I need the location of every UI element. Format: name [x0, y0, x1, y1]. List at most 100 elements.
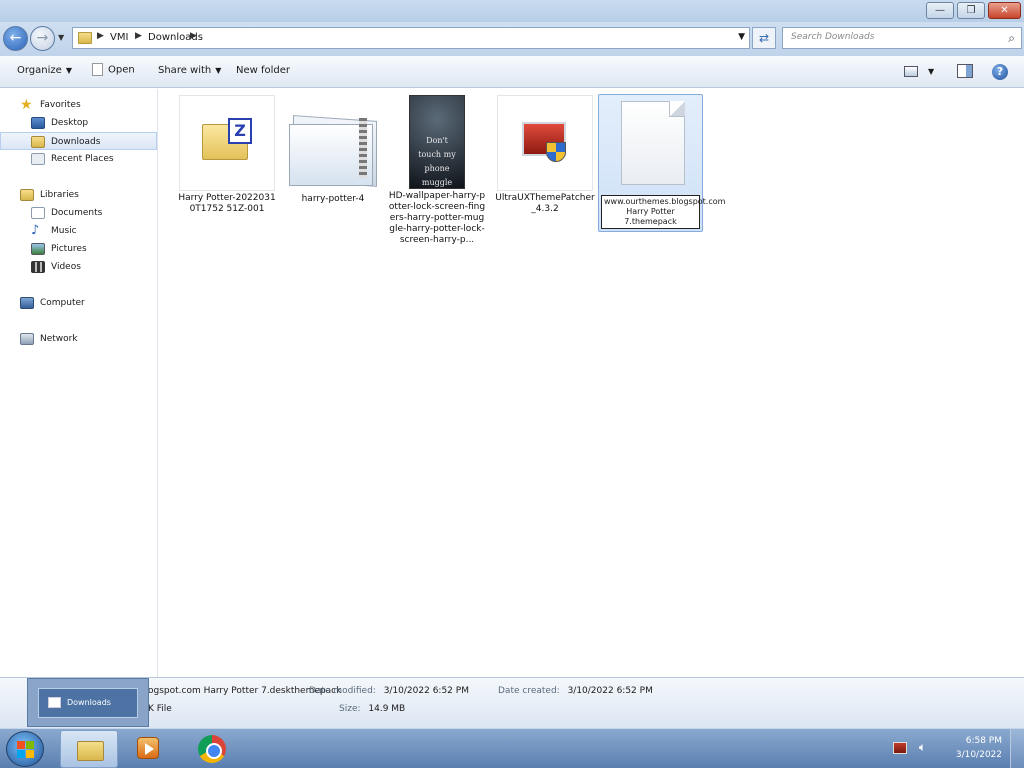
sidebar-libraries[interactable]: Libraries	[0, 186, 157, 204]
address-bar[interactable]: ▶ VMI ▶ Downloads ▶ ▼	[72, 27, 750, 49]
file-icon	[92, 63, 103, 76]
window-thumbnail-icon	[48, 697, 61, 708]
new-folder-button[interactable]: New folder	[236, 65, 290, 76]
view-options-dropdown[interactable]: ▼	[928, 67, 934, 76]
help-icon[interactable]: ?	[992, 64, 1008, 80]
show-desktop-button[interactable]	[1010, 729, 1024, 768]
size-value: 14.9 MB	[368, 704, 406, 714]
refresh-icon: ⇄	[758, 31, 770, 45]
new-folder-label: New folder	[236, 65, 291, 76]
refresh-button[interactable]: ⇄	[752, 27, 776, 49]
back-arrow-icon: ←	[9, 30, 22, 46]
organize-button[interactable]: Organize ▼	[17, 65, 72, 76]
sidebar-item-label: Computer	[40, 298, 85, 308]
date-created-row: Date created: 3/10/2022 6:52 PM	[498, 686, 653, 696]
image-thumbnail: Don't touch my phone muggle	[409, 95, 465, 189]
details-pane: ogspot.com Harry Potter 7.deskthemepack …	[0, 677, 1024, 728]
taskbar-explorer[interactable]	[60, 730, 118, 768]
address-row: ← → ▼ ▶ VMI ▶ Downloads ▶ ▼ ⇄ Search Dow…	[0, 22, 1024, 56]
taskbar-preview[interactable]: Downloads	[27, 678, 149, 727]
system-tray: 🔈︎	[893, 740, 926, 755]
breadcrumb-vmi[interactable]: VMI	[110, 32, 128, 43]
close-button[interactable]: ✕	[988, 2, 1021, 19]
file-item[interactable]: UltraUXThemePatcher_4.3.2	[495, 95, 595, 215]
media-player-icon	[137, 737, 159, 759]
file-name: harry-potter-4	[301, 194, 365, 204]
sidebar-item-computer[interactable]: Computer	[0, 294, 157, 312]
sidebar-item-videos[interactable]: Videos	[0, 258, 157, 276]
search-placeholder: Search Downloads	[791, 32, 875, 42]
search-icon[interactable]: ⌕	[1008, 31, 1015, 46]
open-label: Open	[108, 64, 135, 76]
sidebar-favorites[interactable]: ★ Favorites	[0, 96, 157, 114]
change-view-icon[interactable]	[904, 66, 918, 77]
sidebar-item-documents[interactable]: Documents	[0, 204, 157, 222]
recent-pages-dropdown[interactable]: ▼	[58, 33, 64, 42]
breadcrumb-arrow-icon[interactable]: ▶	[190, 31, 197, 41]
command-bar: Organize ▼ Open Share with ▼ New folder	[0, 56, 1024, 88]
file-item[interactable]: harry-potter-4	[283, 110, 383, 205]
preview-pane-icon[interactable]	[957, 64, 973, 78]
downloads-folder-icon	[31, 136, 45, 148]
recent-places-icon	[31, 153, 45, 165]
libraries-icon	[20, 189, 34, 201]
forward-button[interactable]: →	[30, 26, 55, 51]
sidebar-item-network[interactable]: Network	[0, 330, 157, 348]
sidebar-item-label: Network	[40, 334, 78, 344]
windows-logo-icon	[17, 741, 35, 759]
search-input[interactable]: Search Downloads ⌕	[782, 27, 1022, 49]
rename-field[interactable]: www.ourthemes.blogspot.com Harry Potter …	[601, 195, 725, 229]
file-item-selected[interactable]: www.ourthemes.blogspot.com Harry Potter …	[598, 94, 725, 232]
sidebar-favorites-label: Favorites	[40, 100, 81, 110]
file-item[interactable]: Z Harry Potter-20220310T1752 51Z-001	[177, 95, 277, 215]
star-icon: ★	[20, 97, 33, 113]
date-created-value: 3/10/2022 6:52 PM	[567, 686, 653, 696]
file-name: HD-wallpaper-harry-potter-lock-screen-fi…	[388, 191, 486, 245]
taskbar	[0, 728, 1024, 768]
sidebar-libraries-label: Libraries	[40, 190, 79, 200]
share-with-button[interactable]: Share with ▼	[158, 65, 221, 76]
clock[interactable]: 6:58 PM 3/10/2022	[956, 734, 1002, 762]
sidebar-item-label: Recent Places	[51, 154, 114, 164]
videos-icon	[31, 261, 45, 273]
installer-shield-icon	[497, 95, 593, 191]
sidebar-item-pictures[interactable]: Pictures	[0, 240, 157, 258]
breadcrumb-arrow-icon[interactable]: ▶	[97, 31, 104, 41]
zip-folder-icon: Z	[179, 95, 275, 191]
sidebar-item-downloads[interactable]: Downloads	[0, 132, 157, 150]
sidebar-item-label: Pictures	[51, 244, 87, 254]
taskbar-chrome[interactable]	[190, 730, 248, 768]
sidebar-item-recent-places[interactable]: Recent Places	[0, 150, 157, 168]
share-with-label: Share with	[158, 65, 212, 76]
sidebar-item-desktop[interactable]: Desktop	[0, 114, 157, 132]
breadcrumb-arrow-icon[interactable]: ▶	[135, 31, 142, 41]
sidebar-item-music[interactable]: ♪ Music	[0, 222, 157, 240]
date-created-label: Date created:	[498, 686, 560, 696]
chrome-icon	[198, 735, 226, 763]
taskbar-media-player[interactable]	[129, 730, 187, 768]
zip-archive-icon	[285, 110, 381, 190]
sidebar-item-label: Music	[51, 226, 77, 236]
file-name: UltraUXThemePatcher_4.3.2	[495, 193, 595, 214]
clock-time: 6:58 PM	[965, 736, 1002, 746]
explorer-window: — ❐ ✕ ← → ▼ ▶ VMI ▶ Downloads ▶ ▼ ⇄ Sear…	[0, 0, 1024, 728]
size-row: Size: 14.9 MB	[339, 704, 405, 714]
back-button[interactable]: ←	[3, 26, 28, 51]
maximize-button[interactable]: ❐	[957, 2, 985, 19]
minimize-button[interactable]: —	[926, 2, 954, 19]
date-modified-label: Date modified:	[309, 686, 376, 696]
date-modified-row: Date modified: 3/10/2022 6:52 PM	[309, 686, 469, 696]
network-status-icon[interactable]	[893, 741, 907, 754]
sidebar-item-label: Downloads	[51, 137, 101, 147]
size-label: Size:	[339, 704, 361, 714]
sidebar-item-label: Desktop	[51, 118, 89, 128]
organize-label: Organize	[17, 65, 62, 76]
open-button[interactable]: Open	[92, 63, 135, 76]
file-item[interactable]: Don't touch my phone muggle HD-wallpaper…	[387, 95, 487, 246]
folder-icon	[78, 32, 92, 44]
file-name: Harry Potter-20220310T1752 51Z-001	[178, 193, 276, 214]
volume-icon[interactable]: 🔈︎	[919, 740, 926, 754]
address-dropdown-icon[interactable]: ▼	[738, 32, 745, 42]
start-button[interactable]	[6, 731, 44, 767]
chevron-down-icon: ▼	[215, 66, 222, 75]
